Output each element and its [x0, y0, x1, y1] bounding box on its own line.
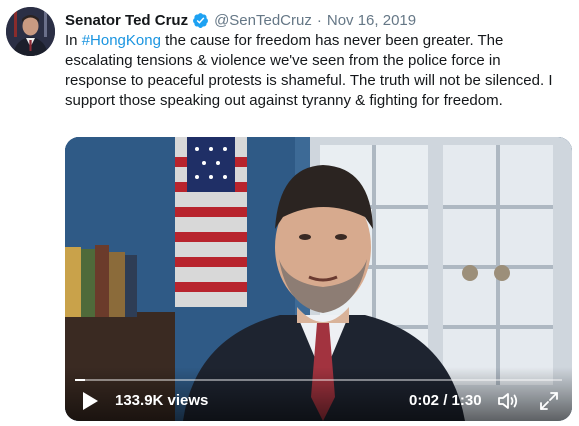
tweet-header: Senator Ted Cruz @SenTedCruz · Nov 16, 2… — [65, 10, 416, 30]
verified-badge-icon — [192, 12, 209, 29]
tweet-text-before-hashtag: In — [65, 32, 82, 49]
video-controls: 133.9K views 0:02 / 1:30 — [65, 367, 572, 421]
video-time: 0:02 / 1:30 — [409, 392, 482, 409]
video-player[interactable]: 133.9K views 0:02 / 1:30 — [65, 137, 572, 421]
tweet-date[interactable]: Nov 16, 2019 — [327, 12, 416, 29]
hashtag-link[interactable]: #HongKong — [82, 32, 161, 49]
play-icon — [83, 392, 98, 410]
tweet-card[interactable]: Senator Ted Cruz @SenTedCruz · Nov 16, 2… — [0, 0, 579, 426]
author-display-name[interactable]: Senator Ted Cruz — [65, 12, 188, 29]
avatar-image — [6, 7, 55, 56]
header-separator: · — [316, 11, 322, 29]
volume-button[interactable] — [496, 389, 520, 413]
progress-bar[interactable] — [75, 379, 562, 381]
view-count: 133.9K views — [115, 392, 209, 409]
play-button[interactable] — [79, 390, 101, 412]
author-handle[interactable]: @SenTedCruz — [214, 12, 312, 29]
progress-fill — [75, 379, 85, 381]
volume-icon — [498, 393, 518, 409]
fullscreen-icon — [540, 392, 558, 410]
tweet-text: In #HongKong the cause for freedom has n… — [65, 31, 565, 111]
avatar[interactable] — [6, 7, 55, 56]
fullscreen-button[interactable] — [537, 389, 561, 413]
